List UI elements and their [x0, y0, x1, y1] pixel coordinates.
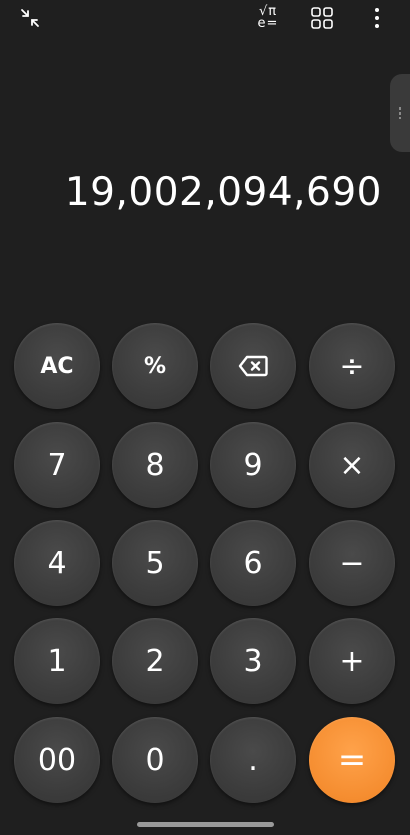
digit-3-button[interactable]: 3 [210, 618, 296, 704]
more-options-icon[interactable] [366, 5, 388, 31]
grid-icon[interactable] [307, 5, 337, 31]
digit-7-button[interactable]: 7 [14, 422, 100, 508]
decimal-button[interactable]: . [210, 717, 296, 803]
backspace-icon [238, 355, 268, 377]
digit-9-button[interactable]: 9 [210, 422, 296, 508]
percent-button[interactable]: % [112, 323, 198, 409]
result-display: 19,002,094,690 [64, 170, 382, 215]
digit-8-button[interactable]: 8 [112, 422, 198, 508]
home-indicator[interactable] [137, 822, 274, 827]
plus-button[interactable]: + [309, 618, 395, 704]
scientific-mode-icon[interactable]: √π e= [250, 4, 286, 32]
backspace-button[interactable] [210, 323, 296, 409]
digit-4-button[interactable]: 4 [14, 520, 100, 606]
minus-button[interactable]: − [309, 520, 395, 606]
double-zero-button[interactable]: 00 [14, 717, 100, 803]
collapse-icon[interactable] [16, 6, 44, 30]
digit-6-button[interactable]: 6 [210, 520, 296, 606]
handle-dots-icon [399, 107, 401, 119]
multiply-button[interactable]: × [309, 422, 395, 508]
divide-button[interactable]: ÷ [309, 323, 395, 409]
keypad: AC % ÷ 7 8 9 × 4 5 6 − 1 2 3 + 00 0 . = [0, 0, 410, 835]
top-toolbar: √π e= [0, 0, 410, 36]
all-clear-button[interactable]: AC [14, 323, 100, 409]
equals-button[interactable]: = [309, 717, 395, 803]
side-panel-handle[interactable] [390, 74, 410, 152]
sci-bottom-label: e= [257, 16, 279, 31]
digit-0-button[interactable]: 0 [112, 717, 198, 803]
digit-5-button[interactable]: 5 [112, 520, 198, 606]
digit-1-button[interactable]: 1 [14, 618, 100, 704]
digit-2-button[interactable]: 2 [112, 618, 198, 704]
